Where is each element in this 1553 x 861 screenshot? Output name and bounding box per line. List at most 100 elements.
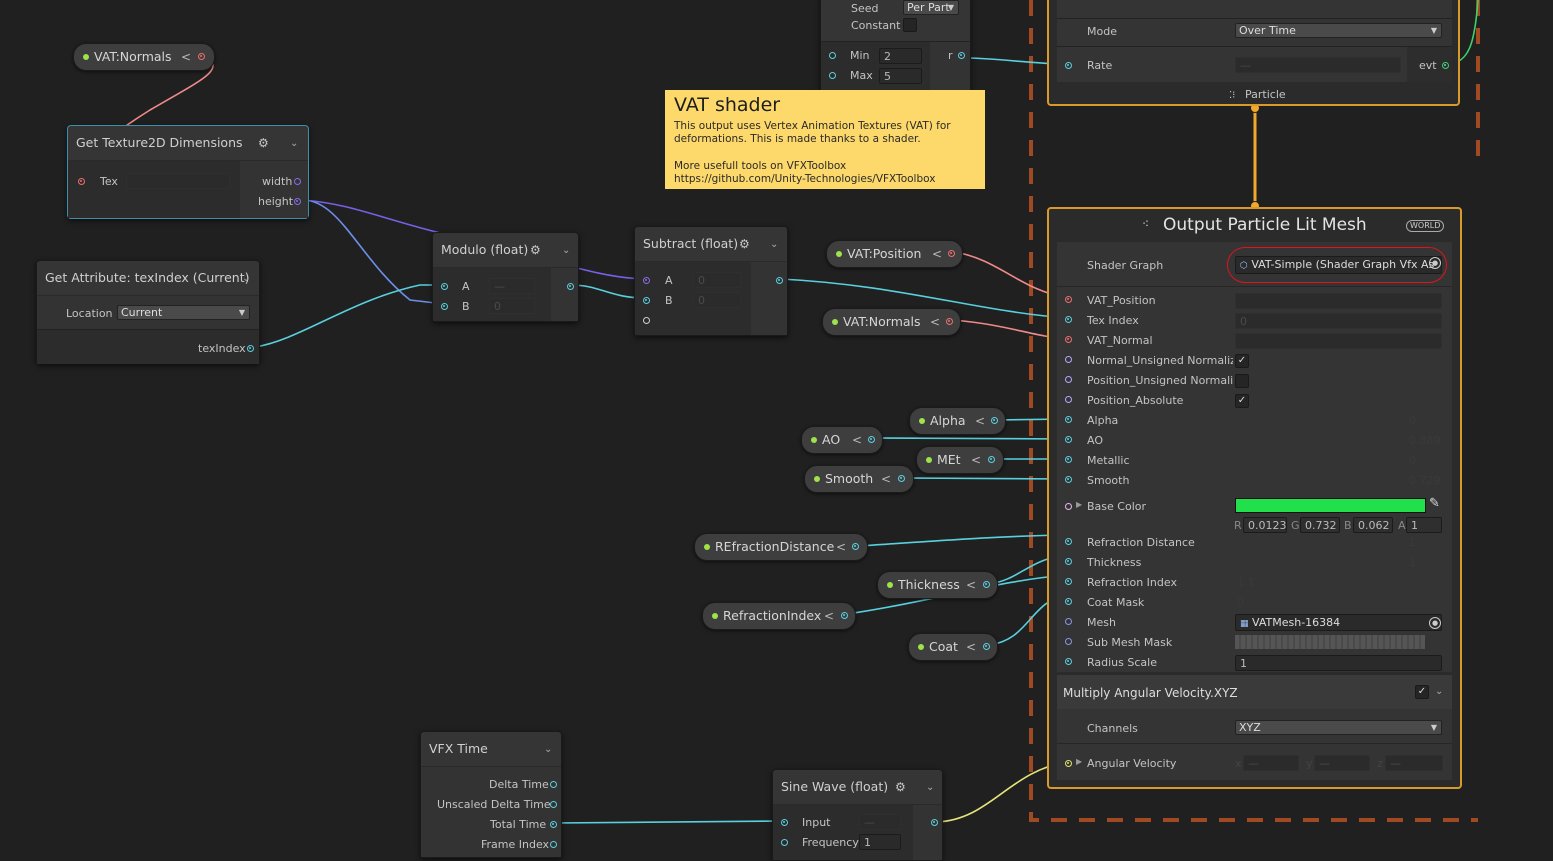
property-checkbox[interactable]: ✓: [1235, 394, 1249, 408]
property-value[interactable]: 0: [1237, 596, 1244, 609]
r-field[interactable]: 0.0123: [1243, 517, 1287, 533]
input-port[interactable]: [781, 819, 788, 826]
chevron-left-icon[interactable]: <: [930, 309, 940, 335]
input-port[interactable]: [1065, 503, 1072, 510]
node-subtract-float[interactable]: Subtract (float) ⚙ ⌄ A 0 B 0: [634, 226, 788, 336]
output-port[interactable]: [868, 436, 875, 443]
evt-output-port[interactable]: [1442, 62, 1449, 69]
b-input-port[interactable]: [643, 297, 650, 304]
chevron-left-icon[interactable]: <: [881, 466, 891, 492]
gear-icon[interactable]: ⚙: [739, 237, 750, 251]
pill-vat-normals-top[interactable]: VAT:Normals <: [73, 43, 215, 71]
property-row-vat-normal[interactable]: VAT_Normal: [1057, 331, 1452, 351]
submesh-mask-bits[interactable]: [1235, 635, 1425, 649]
frequency-field[interactable]: 1: [859, 834, 901, 850]
pill-thickness[interactable]: Thickness <: [877, 571, 998, 599]
output-port[interactable]: [946, 318, 953, 325]
property-row-thickness[interactable]: Thickness 1: [1057, 553, 1452, 573]
expand-arrow-icon[interactable]: ▶: [1076, 500, 1082, 509]
output-port[interactable]: [841, 612, 848, 619]
chevron-left-icon[interactable]: <: [824, 603, 834, 629]
output-port[interactable]: [983, 581, 990, 588]
chevron-down-icon[interactable]: ⌄: [926, 782, 934, 793]
output-port[interactable]: [991, 417, 998, 424]
tex-input-port[interactable]: [78, 178, 85, 185]
property-row-metallic[interactable]: Metallic 0: [1057, 451, 1452, 471]
chevron-down-icon[interactable]: ⌄: [770, 239, 778, 250]
min-input-port[interactable]: [829, 52, 836, 59]
chevron-down-icon[interactable]: ⌄: [544, 744, 552, 755]
input-port[interactable]: [1065, 376, 1072, 383]
r-output-port[interactable]: [958, 52, 965, 59]
property-row-tex-index[interactable]: Tex Index 0: [1057, 311, 1452, 331]
y-field[interactable]: —: [1314, 755, 1370, 771]
property-row-position-absolute[interactable]: Position_Absolute ✓: [1057, 391, 1452, 411]
min-field[interactable]: 2: [879, 48, 922, 64]
output-port[interactable]: [776, 277, 783, 284]
property-value[interactable]: 1.1: [1237, 576, 1255, 589]
output-port[interactable]: [198, 53, 205, 60]
color-swatch[interactable]: [1235, 498, 1426, 513]
g-field[interactable]: 0.732: [1300, 517, 1340, 533]
output-port[interactable]: [852, 543, 859, 550]
property-row-radius-scale[interactable]: Radius Scale 1: [1057, 653, 1452, 673]
property-field[interactable]: [1235, 293, 1442, 309]
unscaled-delta-time-output-port[interactable]: [550, 801, 557, 808]
node-get-attribute-texindex[interactable]: Get Attribute: texIndex (Current) ⌄ Loca…: [36, 260, 260, 364]
b-field[interactable]: 0: [693, 292, 741, 308]
input-port[interactable]: [1065, 658, 1072, 665]
gear-icon[interactable]: ⚙: [530, 243, 541, 257]
mode-dropdown[interactable]: Over Time ▼: [1235, 23, 1442, 38]
property-field[interactable]: [1235, 333, 1442, 349]
width-output-port[interactable]: [294, 178, 301, 185]
tex-field[interactable]: [126, 173, 230, 189]
chevron-down-icon[interactable]: ⌄: [242, 273, 250, 284]
block-enable-checkbox[interactable]: ✓: [1415, 685, 1429, 699]
output-port[interactable]: [931, 819, 938, 826]
input-port[interactable]: [1065, 436, 1072, 443]
channels-dropdown[interactable]: XYZ ▼: [1235, 720, 1442, 735]
input-port[interactable]: [1065, 638, 1072, 645]
pill-smooth[interactable]: Smooth <: [804, 465, 914, 493]
chevron-down-icon[interactable]: ⌄: [1435, 686, 1443, 697]
pill-refraction-index[interactable]: RefractionIndex <: [702, 602, 856, 630]
input-port[interactable]: [1065, 476, 1072, 483]
input-port[interactable]: [1065, 416, 1072, 423]
property-value[interactable]: 0.889: [1409, 434, 1441, 447]
node-get-texture2d-dimensions[interactable]: Get Texture2D Dimensions ⚙ ⌄ Tex width h…: [67, 125, 309, 219]
property-value[interactable]: 1: [1409, 536, 1416, 549]
spawn-block[interactable]: Mode Over Time ▼ Rate — evt: [1057, 0, 1452, 82]
property-row-base-color[interactable]: ▶ Base Color ✎ R 0.0123 G 0.732 B 0.062 …: [1057, 493, 1452, 533]
chevron-down-icon[interactable]: ⌄: [290, 138, 298, 149]
pill-vat-position[interactable]: VAT:Position <: [826, 240, 963, 268]
input-port[interactable]: [1065, 456, 1072, 463]
radius-field[interactable]: 1: [1235, 655, 1442, 671]
a-field[interactable]: —: [489, 278, 535, 294]
input-port[interactable]: [1065, 578, 1072, 585]
property-row-alpha[interactable]: Alpha 0: [1057, 411, 1452, 431]
node-sine-wave-float[interactable]: Sine Wave (float) ⚙ ⌄ Input — Frequency …: [772, 769, 943, 861]
input-port[interactable]: [1065, 538, 1072, 545]
property-value[interactable]: 0: [1409, 414, 1416, 427]
input-port[interactable]: [1065, 336, 1072, 343]
pill-met[interactable]: MEt <: [916, 446, 1004, 474]
property-row-refraction-distance[interactable]: Refraction Distance 1: [1057, 533, 1452, 553]
x-field[interactable]: —: [1243, 755, 1299, 771]
input-port[interactable]: [1065, 296, 1072, 303]
property-row-refraction-index[interactable]: Refraction Index 1.1: [1057, 573, 1452, 593]
a-input-port[interactable]: [441, 283, 448, 290]
sticky-link[interactable]: https://github.com/Unity-Technologies/VF…: [674, 173, 935, 185]
property-value[interactable]: 1: [1409, 556, 1416, 569]
property-checkbox[interactable]: ✓: [1235, 354, 1249, 368]
rate-input-port[interactable]: [1065, 62, 1072, 69]
pill-vat-normals[interactable]: VAT:Normals <: [822, 308, 961, 336]
total-time-output-port[interactable]: [550, 821, 557, 828]
frame-index-output-port[interactable]: [550, 841, 557, 848]
rate-field[interactable]: —: [1235, 57, 1401, 73]
location-dropdown[interactable]: Current ▼: [117, 305, 250, 320]
constant-checkbox[interactable]: [903, 18, 917, 32]
block-multiply-angular-velocity[interactable]: Multiply Angular Velocity.XYZ ✓ ⌄ Channe…: [1057, 675, 1452, 780]
b-input-port[interactable]: [441, 303, 448, 310]
chevron-left-icon[interactable]: <: [975, 408, 985, 434]
pill-refraction-distance[interactable]: REfractionDistance <: [694, 533, 868, 561]
